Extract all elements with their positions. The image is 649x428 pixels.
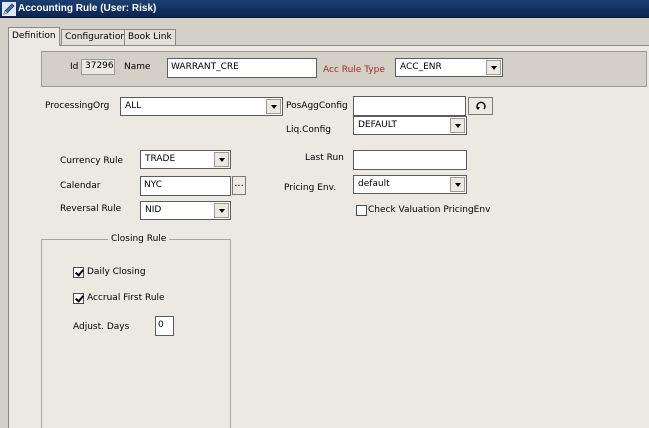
id-field: 37296 bbox=[81, 59, 115, 75]
tab-book-link[interactable]: Book Link bbox=[124, 29, 176, 45]
daily-closing-label: Daily Closing bbox=[87, 267, 146, 277]
title-bar: Accounting Rule (User: Risk) bbox=[0, 0, 649, 18]
refresh-button[interactable] bbox=[468, 97, 493, 115]
calendar-field[interactable]: NYC bbox=[140, 176, 231, 196]
reversal-rule-value: NID bbox=[145, 205, 162, 215]
tab-configuration[interactable]: Configuration bbox=[61, 29, 131, 45]
chevron-down-icon[interactable] bbox=[266, 99, 281, 114]
liq-config-value: DEFAULT bbox=[358, 120, 397, 130]
chevron-down-icon[interactable] bbox=[214, 152, 229, 167]
name-field[interactable]: WARRANT_CRE bbox=[167, 58, 317, 78]
accrual-first-rule-checkbox[interactable] bbox=[73, 293, 84, 304]
id-label: Id bbox=[70, 62, 79, 72]
pricing-env-label: Pricing Env. bbox=[284, 183, 337, 193]
pricing-env-select[interactable]: default bbox=[353, 175, 467, 194]
check-valuation-label: Check Valuation PricingEnv bbox=[368, 205, 491, 215]
pos-agg-config-label: PosAggConfig bbox=[286, 101, 348, 111]
processing-org-label: ProcessingOrg bbox=[45, 101, 110, 111]
adjust-days-label: Adjust. Days bbox=[73, 322, 130, 332]
currency-rule-select[interactable]: TRADE bbox=[140, 150, 231, 169]
liq-config-select[interactable]: DEFAULT bbox=[353, 116, 467, 135]
refresh-icon bbox=[475, 101, 486, 110]
tab-definition[interactable]: Definition bbox=[8, 27, 60, 46]
liq-config-label: Liq.Config bbox=[286, 125, 331, 135]
chevron-down-icon[interactable] bbox=[450, 118, 465, 133]
app-pen-icon bbox=[2, 2, 16, 16]
processing-org-select[interactable]: ALL bbox=[120, 97, 283, 116]
reversal-rule-select[interactable]: NID bbox=[140, 201, 231, 220]
pricing-env-value: default bbox=[358, 179, 390, 189]
chevron-down-icon[interactable] bbox=[486, 60, 501, 75]
processing-org-value: ALL bbox=[125, 101, 142, 111]
chevron-down-icon[interactable] bbox=[450, 177, 465, 192]
check-valuation-checkbox[interactable] bbox=[356, 205, 367, 216]
calendar-label: Calendar bbox=[60, 181, 101, 191]
acc-rule-type-select[interactable]: ACC_ENR bbox=[395, 58, 503, 77]
chevron-down-icon[interactable] bbox=[214, 203, 229, 218]
window-title: Accounting Rule (User: Risk) bbox=[18, 3, 157, 14]
calendar-picker-button[interactable]: ... bbox=[232, 176, 246, 195]
accrual-first-rule-label: Accrual First Rule bbox=[87, 293, 165, 303]
reversal-rule-label: Reversal Rule bbox=[60, 204, 122, 214]
acc-rule-type-value: ACC_ENR bbox=[400, 62, 442, 72]
closing-rule-title: Closing Rule bbox=[108, 234, 170, 244]
currency-rule-value: TRADE bbox=[145, 154, 176, 164]
pos-agg-config-field[interactable] bbox=[353, 96, 466, 116]
daily-closing-checkbox[interactable] bbox=[73, 267, 84, 278]
name-label: Name bbox=[124, 62, 151, 72]
last-run-label: Last Run bbox=[305, 153, 344, 163]
last-run-field[interactable] bbox=[353, 150, 467, 170]
adjust-days-field[interactable]: 0 bbox=[155, 316, 174, 336]
currency-rule-label: Currency Rule bbox=[60, 156, 123, 166]
acc-rule-type-label: Acc Rule Type bbox=[323, 65, 385, 75]
